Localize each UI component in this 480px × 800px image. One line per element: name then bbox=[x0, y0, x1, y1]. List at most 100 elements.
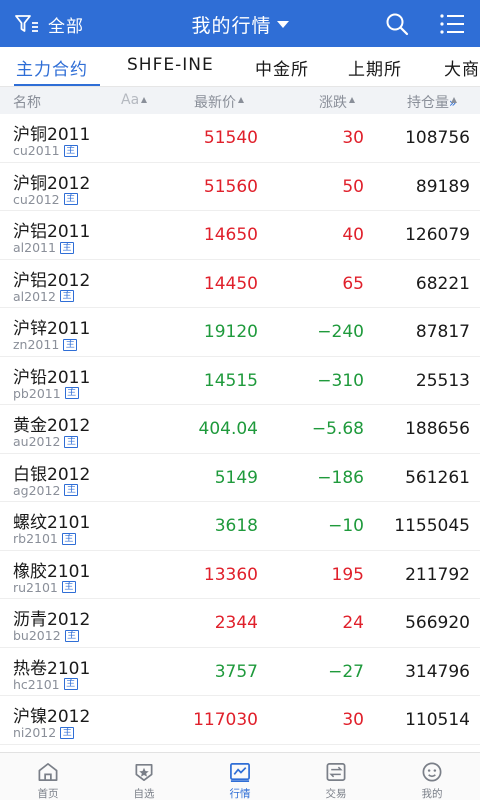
contract-code-text: cu2012 bbox=[13, 191, 60, 207]
main-contract-badge: 主 bbox=[60, 726, 75, 739]
contract-code: hc2101 主 bbox=[13, 677, 78, 692]
price-change: 40 bbox=[342, 225, 364, 245]
menu-list-icon[interactable] bbox=[439, 13, 465, 35]
search-icon[interactable] bbox=[385, 12, 409, 36]
quote-row[interactable]: 沪镍2012 ni2012 主 117030 30 110514 bbox=[0, 696, 480, 745]
sort-arrow-icon bbox=[451, 97, 457, 103]
tab-shfe-ine[interactable]: SHFE-INE bbox=[127, 55, 214, 75]
col-change-label: 涨跌 bbox=[319, 95, 347, 111]
quote-row[interactable]: 沥青2012 bu2012 主 2344 24 566920 bbox=[0, 599, 480, 648]
quote-row[interactable]: 沪铜2012 cu2012 主 51560 50 89189 bbox=[0, 162, 480, 211]
quote-row[interactable]: 黄金2012 au2012 主 404.04 −5.68 188656 bbox=[0, 405, 480, 454]
contract-code: ni2012 主 bbox=[13, 725, 75, 740]
contract-code: zn2011 主 bbox=[13, 337, 78, 352]
contract-name: 螺纹2101 bbox=[13, 513, 91, 533]
last-price: 2344 bbox=[214, 613, 258, 633]
price-change: 30 bbox=[342, 128, 364, 148]
nav-item-label: 行情 bbox=[229, 788, 251, 800]
open-interest: 126079 bbox=[405, 225, 470, 245]
price-change: 195 bbox=[331, 564, 364, 585]
last-price: 14515 bbox=[203, 370, 258, 391]
nav-item-label: 交易 bbox=[325, 788, 347, 800]
last-price: 3757 bbox=[214, 661, 258, 682]
quote-row[interactable]: 沪铝2011 al2011 主 14650 40 126079 bbox=[0, 211, 480, 260]
col-change[interactable]: 涨跌 bbox=[319, 92, 355, 112]
nav-item-2[interactable]: 行情 bbox=[192, 753, 288, 800]
exchange-tabs: 主力合约 SHFE-INE 中金所 上期所 大商 bbox=[0, 47, 480, 87]
price-change: −240 bbox=[317, 322, 364, 342]
nav-item-4[interactable]: 我的 bbox=[384, 753, 480, 800]
tab-shfe[interactable]: 上期所 bbox=[348, 55, 402, 80]
nav-item-label: 我的 bbox=[421, 788, 443, 800]
nav-item-1[interactable]: 自选 bbox=[96, 753, 192, 800]
last-price: 3618 bbox=[214, 516, 258, 536]
last-price: 13360 bbox=[203, 564, 258, 585]
last-price: 19120 bbox=[203, 322, 258, 342]
quote-row[interactable]: 沪铅2011 pb2011 主 14515 −310 25513 bbox=[0, 356, 480, 405]
price-change: 65 bbox=[342, 273, 364, 294]
price-change: 24 bbox=[342, 613, 364, 633]
quote-row[interactable]: 沪铝2012 al2012 主 14450 65 68221 bbox=[0, 259, 480, 308]
open-interest: 1155045 bbox=[394, 516, 470, 536]
col-price[interactable]: 最新价 bbox=[194, 92, 244, 112]
main-contract-badge: 主 bbox=[64, 387, 79, 399]
main-contract-badge: 主 bbox=[64, 484, 79, 496]
contract-code-text: au2012 bbox=[13, 434, 61, 449]
top-bar: 全部 我的行情 bbox=[0, 0, 480, 47]
nav-item-label: 自选 bbox=[133, 788, 155, 800]
contract-code: ag2012 主 bbox=[13, 483, 79, 498]
contract-code-text: pb2011 bbox=[13, 385, 61, 401]
tab-cffex[interactable]: 中金所 bbox=[255, 55, 309, 80]
col-price-label: 最新价 bbox=[194, 95, 236, 111]
contract-code-text: zn2011 bbox=[13, 337, 60, 352]
quote-row[interactable]: 螺纹2101 rb2101 主 3618 −10 1155045 bbox=[0, 502, 480, 551]
bottom-nav: 首页 自选 行情 交易 我的 bbox=[0, 752, 480, 800]
nav-item-label: 首页 bbox=[37, 788, 59, 800]
open-interest: 561261 bbox=[405, 467, 470, 488]
contract-code: al2012 主 bbox=[13, 289, 74, 304]
main-contract-badge: 主 bbox=[59, 290, 74, 302]
contract-code-text: ni2012 bbox=[13, 725, 57, 740]
open-interest: 211792 bbox=[405, 564, 470, 585]
open-interest: 108756 bbox=[405, 128, 470, 148]
contract-code-text: hc2101 bbox=[13, 676, 60, 692]
contract-code: pb2011 主 bbox=[13, 386, 79, 401]
open-interest: 87817 bbox=[415, 322, 470, 342]
home-icon bbox=[38, 763, 58, 781]
quote-row[interactable]: 沪铜2011 cu2011 主 51540 30 108756 bbox=[0, 114, 480, 163]
contract-code: al2011 主 bbox=[13, 240, 74, 255]
last-price: 14450 bbox=[203, 273, 258, 294]
nav-item-0[interactable]: 首页 bbox=[0, 753, 96, 800]
sort-arrow-icon bbox=[238, 97, 244, 103]
nav-item-3[interactable]: 交易 bbox=[288, 753, 384, 800]
column-header: 名称 Aa 最新价 涨跌 持仓量» bbox=[0, 87, 480, 114]
col-name: 名称 bbox=[13, 95, 41, 111]
main-contract-badge: 主 bbox=[63, 678, 78, 690]
main-contract-badge: 主 bbox=[61, 532, 76, 545]
caret-down-icon bbox=[276, 21, 289, 28]
market-chart-icon bbox=[230, 763, 250, 782]
contract-code: cu2011 主 bbox=[13, 143, 78, 158]
price-change: −27 bbox=[328, 661, 364, 682]
quote-row[interactable]: 热卷2101 hc2101 主 3757 −27 314796 bbox=[0, 647, 480, 696]
price-change: 50 bbox=[342, 176, 364, 197]
sort-arrow-icon bbox=[349, 97, 355, 103]
font-size-toggle[interactable]: Aa bbox=[121, 92, 148, 108]
open-interest: 188656 bbox=[405, 419, 470, 439]
contract-code: rb2101 主 bbox=[13, 531, 76, 546]
quote-row[interactable]: 白银2012 ag2012 主 5149 −186 561261 bbox=[0, 453, 480, 502]
tab-main-contracts[interactable]: 主力合约 bbox=[16, 55, 88, 80]
tab-dce[interactable]: 大商 bbox=[444, 55, 480, 80]
contract-code: bu2012 主 bbox=[13, 628, 79, 643]
star-shield-icon bbox=[135, 763, 153, 781]
open-interest: 68221 bbox=[415, 273, 470, 294]
open-interest: 25513 bbox=[415, 370, 470, 391]
price-change: −10 bbox=[328, 516, 364, 536]
main-contract-badge: 主 bbox=[63, 144, 78, 157]
contract-name: 沪铅2011 bbox=[13, 367, 91, 388]
quote-row[interactable]: 橡胶2101 ru2101 主 13360 195 211792 bbox=[0, 550, 480, 599]
quote-row[interactable]: 沪锌2011 zn2011 主 19120 −240 87817 bbox=[0, 308, 480, 357]
contract-code-text: bu2012 bbox=[13, 628, 61, 643]
col-open-interest[interactable]: 持仓量» bbox=[407, 92, 457, 112]
profile-face-icon bbox=[422, 762, 442, 782]
